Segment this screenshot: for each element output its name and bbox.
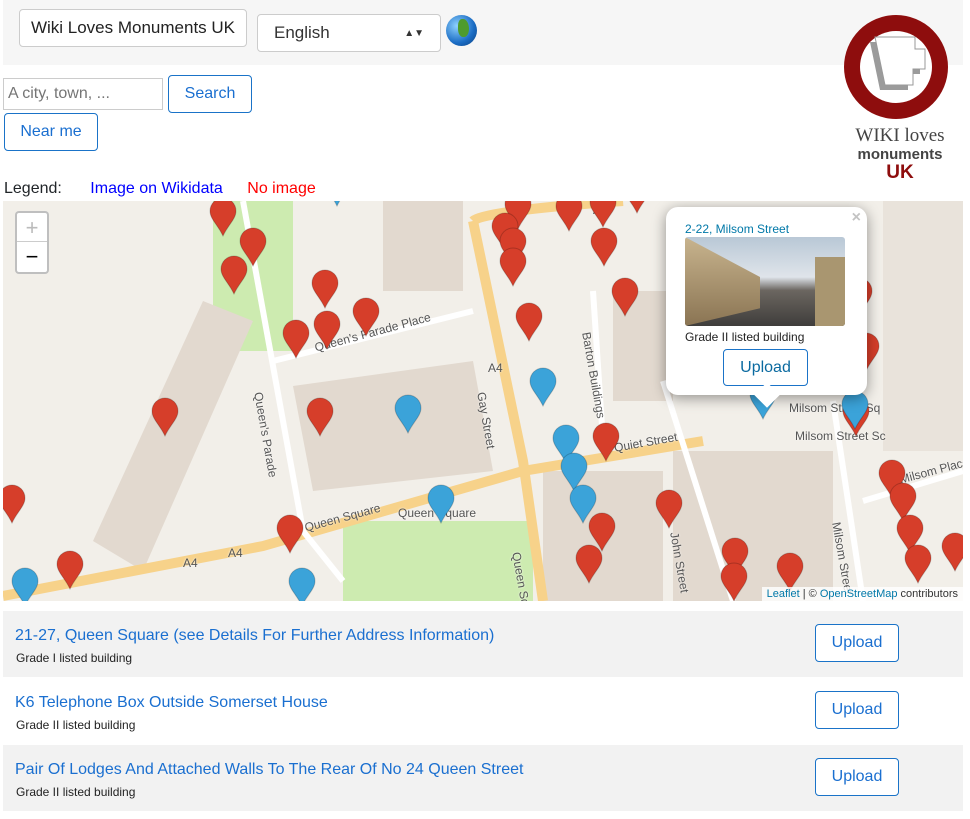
result-subtitle: Grade I listed building (16, 651, 133, 665)
marker-no-image[interactable] (591, 422, 621, 462)
legend-with-image: Image on Wikidata (90, 180, 223, 197)
popup-close-button[interactable]: × (852, 209, 861, 227)
marker-with-image[interactable] (528, 367, 558, 407)
result-row: Pair Of Lodges And Attached Walls To The… (3, 745, 963, 811)
zoom-in-button[interactable]: + (17, 213, 47, 242)
upload-button[interactable]: Upload (815, 624, 899, 662)
result-title-link[interactable]: K6 Telephone Box Outside Somerset House (15, 694, 328, 712)
osm-link[interactable]: OpenStreetMap (820, 588, 898, 600)
marker-no-image[interactable] (275, 514, 305, 554)
street-label: A4 (488, 361, 503, 375)
attr-suffix: contributors (897, 588, 958, 600)
upload-button[interactable]: Upload (815, 758, 899, 796)
zoom-out-button[interactable]: − (17, 242, 47, 271)
marker-no-image[interactable] (589, 227, 619, 267)
marker-with-image[interactable] (568, 484, 598, 524)
marker-popup: × 2-22, Milsom Street Grade II listed bu… (666, 207, 867, 395)
popup-description: Grade II listed building (685, 330, 805, 344)
marker-no-image[interactable] (150, 397, 180, 437)
near-me-button[interactable]: Near me (4, 113, 98, 151)
street-label: A4 (228, 546, 243, 560)
result-title-link[interactable]: Pair Of Lodges And Attached Walls To The… (15, 761, 523, 779)
marker-no-image[interactable] (305, 397, 335, 437)
logo-text: WIKI loves monuments UK (855, 125, 945, 183)
marker-no-image[interactable] (514, 302, 544, 342)
result-subtitle: Grade II listed building (16, 718, 136, 732)
marker-no-image[interactable] (351, 297, 381, 337)
marker-no-image[interactable] (281, 319, 311, 359)
marker-with-image[interactable] (426, 484, 456, 524)
marker-no-image[interactable] (940, 532, 963, 572)
marker-no-image[interactable] (775, 552, 805, 592)
result-row: 21-27, Queen Square (see Details For Fur… (3, 611, 963, 677)
marker-no-image[interactable] (574, 544, 604, 584)
language-select[interactable]: English ▲▼ (257, 14, 441, 52)
attr-sep: | © (799, 588, 820, 600)
legend-label: Legend: (4, 180, 62, 197)
street-label: A4 (183, 556, 198, 570)
zoom-control: + − (15, 211, 49, 274)
popup-image (685, 237, 845, 326)
marker-no-image[interactable] (3, 484, 27, 524)
marker-no-image[interactable] (554, 201, 584, 232)
marker-with-image[interactable] (840, 390, 870, 430)
marker-no-image[interactable] (654, 489, 684, 529)
marker-no-image[interactable] (55, 550, 85, 590)
popup-upload-button[interactable]: Upload (723, 349, 808, 386)
popup-title-link[interactable]: 2-22, Milsom Street (685, 222, 789, 236)
search-input[interactable] (3, 78, 163, 110)
marker-no-image[interactable] (610, 277, 640, 317)
map-attribution: Leaflet | © OpenStreetMap contributors (761, 587, 963, 601)
legend: Legend: Image on Wikidata No image (4, 180, 336, 198)
language-value: English (274, 23, 330, 42)
marker-no-image[interactable] (903, 544, 933, 584)
map[interactable]: Queen's Parade Place Queen's Parade Gay St… (3, 201, 963, 601)
app-title-button[interactable]: Wiki Loves Monuments UK (19, 9, 247, 47)
globe-icon (446, 15, 477, 46)
marker-no-image[interactable] (498, 247, 528, 287)
wlm-uk-logo: WIKI loves monuments UK (840, 12, 960, 182)
marker-no-image[interactable] (310, 269, 340, 309)
upload-button[interactable]: Upload (815, 691, 899, 729)
marker-no-image[interactable] (588, 201, 618, 228)
result-row: K6 Telephone Box Outside Somerset House … (3, 678, 963, 744)
search-button[interactable]: Search (168, 75, 252, 113)
marker-no-image[interactable] (622, 201, 652, 214)
logo-emblem-icon (844, 15, 948, 119)
marker-with-image[interactable] (287, 567, 317, 601)
marker-no-image[interactable] (208, 201, 238, 237)
marker-with-image[interactable] (322, 201, 352, 207)
leaflet-link[interactable]: Leaflet (767, 588, 800, 600)
legend-no-image: No image (247, 180, 316, 197)
queen-square-garden (343, 521, 533, 601)
result-title-link[interactable]: 21-27, Queen Square (see Details For Fur… (15, 627, 494, 645)
select-arrows-icon: ▲▼ (404, 27, 424, 39)
marker-no-image[interactable] (719, 562, 749, 601)
marker-with-image[interactable] (393, 394, 423, 434)
result-subtitle: Grade II listed building (16, 785, 136, 799)
marker-no-image[interactable] (219, 255, 249, 295)
marker-no-image[interactable] (312, 310, 342, 350)
marker-with-image[interactable] (10, 567, 40, 601)
